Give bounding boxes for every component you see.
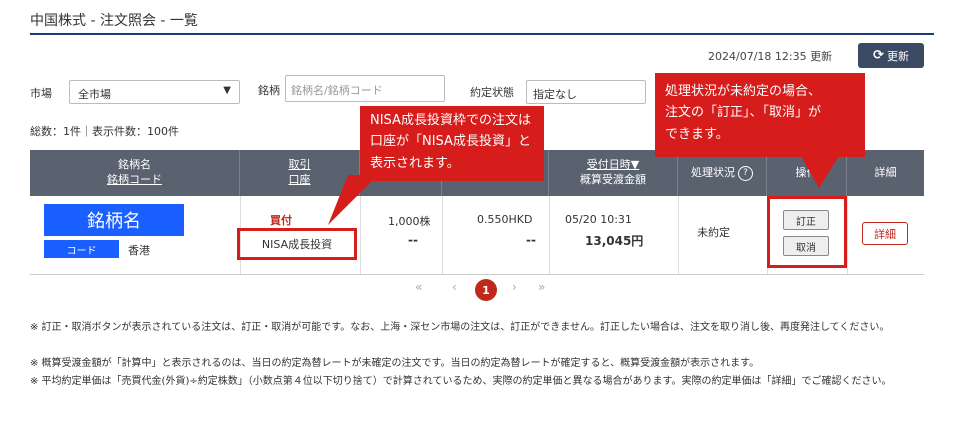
header-stock-code: 銘柄コード — [107, 173, 162, 186]
stock-name-link[interactable]: 銘柄名 — [44, 204, 184, 236]
current-page[interactable]: 1 — [475, 279, 497, 301]
refresh-label: 更新 — [886, 49, 909, 63]
updated-timestamp: 2024/07/18 12:35 更新 — [708, 50, 833, 63]
nisa-callout-line: NISA成長投資枠での注文は — [370, 113, 531, 128]
prev-page-link[interactable]: ‹ — [452, 280, 457, 294]
filled-price: -- — [526, 233, 536, 247]
note-text: ※ 訂正・取消ボタンが表示されている注文は、訂正・取消が可能です。なお、上海・深… — [30, 322, 890, 333]
status-callout-line: 処理状況が未約定の場合、 — [665, 84, 822, 99]
status-callout: 処理状況が未約定の場合、 注文の「訂正」、「取消」が できます。 — [655, 73, 865, 157]
nisa-callout: NISA成長投資枠での注文は 口座が「NISA成長投資」と 表示されます。 — [360, 106, 544, 181]
nisa-callout-pointer — [328, 175, 378, 225]
status-label: 約定状態 — [470, 86, 514, 99]
help-icon[interactable]: ? — [738, 165, 753, 181]
order-quantity: 1,000株 — [388, 215, 431, 228]
header-trade-label: 取引 — [288, 158, 311, 172]
status-callout-pointer — [801, 156, 839, 188]
column-divider — [549, 196, 550, 274]
header-process-label: 処理状況 — [691, 165, 735, 179]
ops-highlight-box — [767, 196, 847, 268]
header-stock-name: 銘柄名 — [118, 158, 151, 172]
note-text: ※ 概算受渡金額が「計算中」と表示されるのは、当日の約定為替レートが未確定の注文… — [30, 358, 760, 369]
market-label: 市場 — [30, 87, 52, 100]
nisa-callout-line: 表示されます。 — [370, 155, 460, 171]
order-price: 0.550HKD — [477, 213, 533, 226]
result-count: 総数：1件｜表示件数：100件 — [30, 125, 179, 138]
column-divider — [847, 196, 848, 274]
trade-type: 買付 — [270, 214, 292, 227]
header-date-label: 受付日時▼ — [586, 158, 640, 172]
stock-code: コード — [44, 240, 119, 258]
next-page-link[interactable]: › — [512, 280, 517, 294]
market-select[interactable]: 全市場 ▼ — [69, 80, 240, 104]
column-divider — [442, 196, 443, 274]
chevron-down-icon: ▼ — [223, 85, 231, 96]
market-name: 香港 — [128, 244, 150, 257]
detail-button[interactable]: 詳細 — [862, 222, 908, 245]
column-divider — [678, 196, 679, 274]
process-status: 未約定 — [697, 226, 730, 239]
refresh-icon: ⟳ — [873, 48, 884, 63]
last-page-link[interactable]: » — [538, 280, 545, 294]
market-select-value: 全市場 — [78, 88, 111, 101]
refresh-button[interactable]: ⟳ 更新 — [858, 43, 924, 68]
header-stock[interactable]: 銘柄名 銘柄コード — [30, 150, 240, 196]
header-account-label: 口座 — [288, 173, 311, 186]
stock-label: 銘柄 — [258, 84, 280, 97]
note-text: ※ 平均約定単価は「売買代金(外貨)÷約定株数」（小数点第４位以下切り捨て）で計… — [30, 376, 892, 387]
status-select[interactable]: 指定なし — [526, 80, 646, 104]
nisa-callout-line: 口座が「NISA成長投資」と — [370, 134, 531, 150]
order-datetime: 05/20 10:31 — [565, 213, 632, 226]
status-callout-line: 注文の「訂正」、「取消」が — [665, 105, 822, 121]
status-callout-line: できます。 — [665, 126, 729, 142]
estimated-amount: 13,045円 — [585, 234, 644, 248]
first-page-link[interactable]: « — [415, 280, 422, 294]
page-title: 中国株式 - 注文照会 - 一覧 — [30, 13, 198, 29]
stock-search-input[interactable]: 銘柄名/銘柄コード — [285, 75, 445, 102]
title-divider — [30, 33, 934, 35]
filled-quantity: -- — [408, 233, 418, 247]
header-settle-label: 概算受渡金額 — [580, 173, 646, 186]
